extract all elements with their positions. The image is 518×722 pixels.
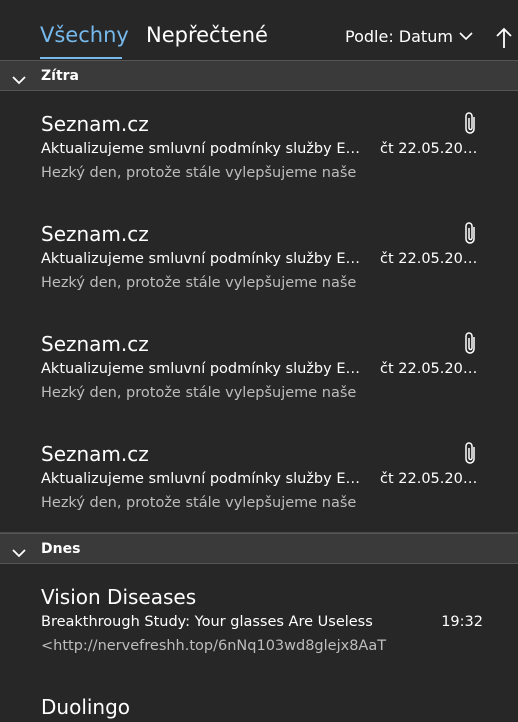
message-preview: Hezký den, protože stále vylepšujeme naš… [41, 495, 357, 511]
tab-all[interactable]: Všechny [40, 22, 129, 48]
message-subject: Aktualizujeme smluvní podmínky služby Em… [41, 141, 373, 157]
message-item[interactable]: Duolingo [0, 675, 518, 722]
paperclip-icon [462, 110, 480, 136]
message-preview: Hezký den, protože stále vylepšujeme naš… [41, 275, 357, 291]
message-item[interactable]: Seznam.cz Aktualizujeme smluvní podmínky… [0, 312, 518, 423]
chevron-down-icon [459, 32, 473, 41]
tab-unread[interactable]: Nepřečtené [146, 22, 268, 48]
active-tab-indicator [40, 57, 122, 59]
chevron-down-icon [12, 543, 26, 562]
message-item[interactable]: Seznam.cz Aktualizujeme smluvní podmínky… [0, 422, 518, 533]
message-date: čt 22.05.2025... [380, 141, 485, 157]
message-subject: Breakthrough Study: Your glasses Are Use… [41, 614, 373, 630]
message-time: 19:32 [441, 614, 483, 630]
message-item[interactable]: Seznam.cz Aktualizujeme smluvní podmínky… [0, 202, 518, 313]
paperclip-icon [462, 220, 480, 246]
paperclip-icon [462, 330, 480, 356]
message-sender: Seznam.cz [41, 112, 149, 136]
group-header-today[interactable]: Dnes [0, 533, 518, 564]
message-sender: Duolingo [41, 695, 131, 719]
message-preview: Hezký den, protože stále vylepšujeme naš… [41, 385, 357, 401]
message-subject: Aktualizujeme smluvní podmínky služby Em… [41, 251, 373, 267]
group-header-tomorrow[interactable]: Zítra [0, 60, 518, 91]
message-item[interactable]: Seznam.cz Aktualizujeme smluvní podmínky… [0, 92, 518, 203]
chevron-down-icon [12, 70, 26, 89]
group-label: Zítra [41, 68, 79, 84]
message-subject: Aktualizujeme smluvní podmínky služby Em… [41, 471, 373, 487]
message-date: čt 22.05.2025... [380, 471, 485, 487]
message-sender: Seznam.cz [41, 222, 149, 246]
message-preview: Hezký den, protože stále vylepšujeme naš… [41, 165, 357, 181]
paperclip-icon [462, 440, 480, 466]
message-sender: Vision Diseases [41, 585, 197, 609]
sort-direction-button[interactable] [494, 26, 514, 50]
arrow-up-icon [494, 27, 514, 54]
sort-dropdown[interactable]: Podle: Datum [345, 27, 473, 46]
message-subject: Aktualizujeme smluvní podmínky služby Em… [41, 361, 373, 377]
message-preview: <http://nervefreshh.top/6nNq103wd8glejx8… [41, 638, 387, 654]
mail-list-header: Všechny Nepřečtené Podle: Datum [0, 0, 518, 60]
message-date: čt 22.05.2025... [380, 251, 485, 267]
message-date: čt 22.05.2025... [380, 361, 485, 377]
message-sender: Seznam.cz [41, 442, 149, 466]
message-item[interactable]: Vision Diseases Breakthrough Study: Your… [0, 565, 518, 676]
group-label: Dnes [41, 541, 81, 557]
message-sender: Seznam.cz [41, 332, 149, 356]
sort-label: Podle: Datum [345, 27, 453, 46]
